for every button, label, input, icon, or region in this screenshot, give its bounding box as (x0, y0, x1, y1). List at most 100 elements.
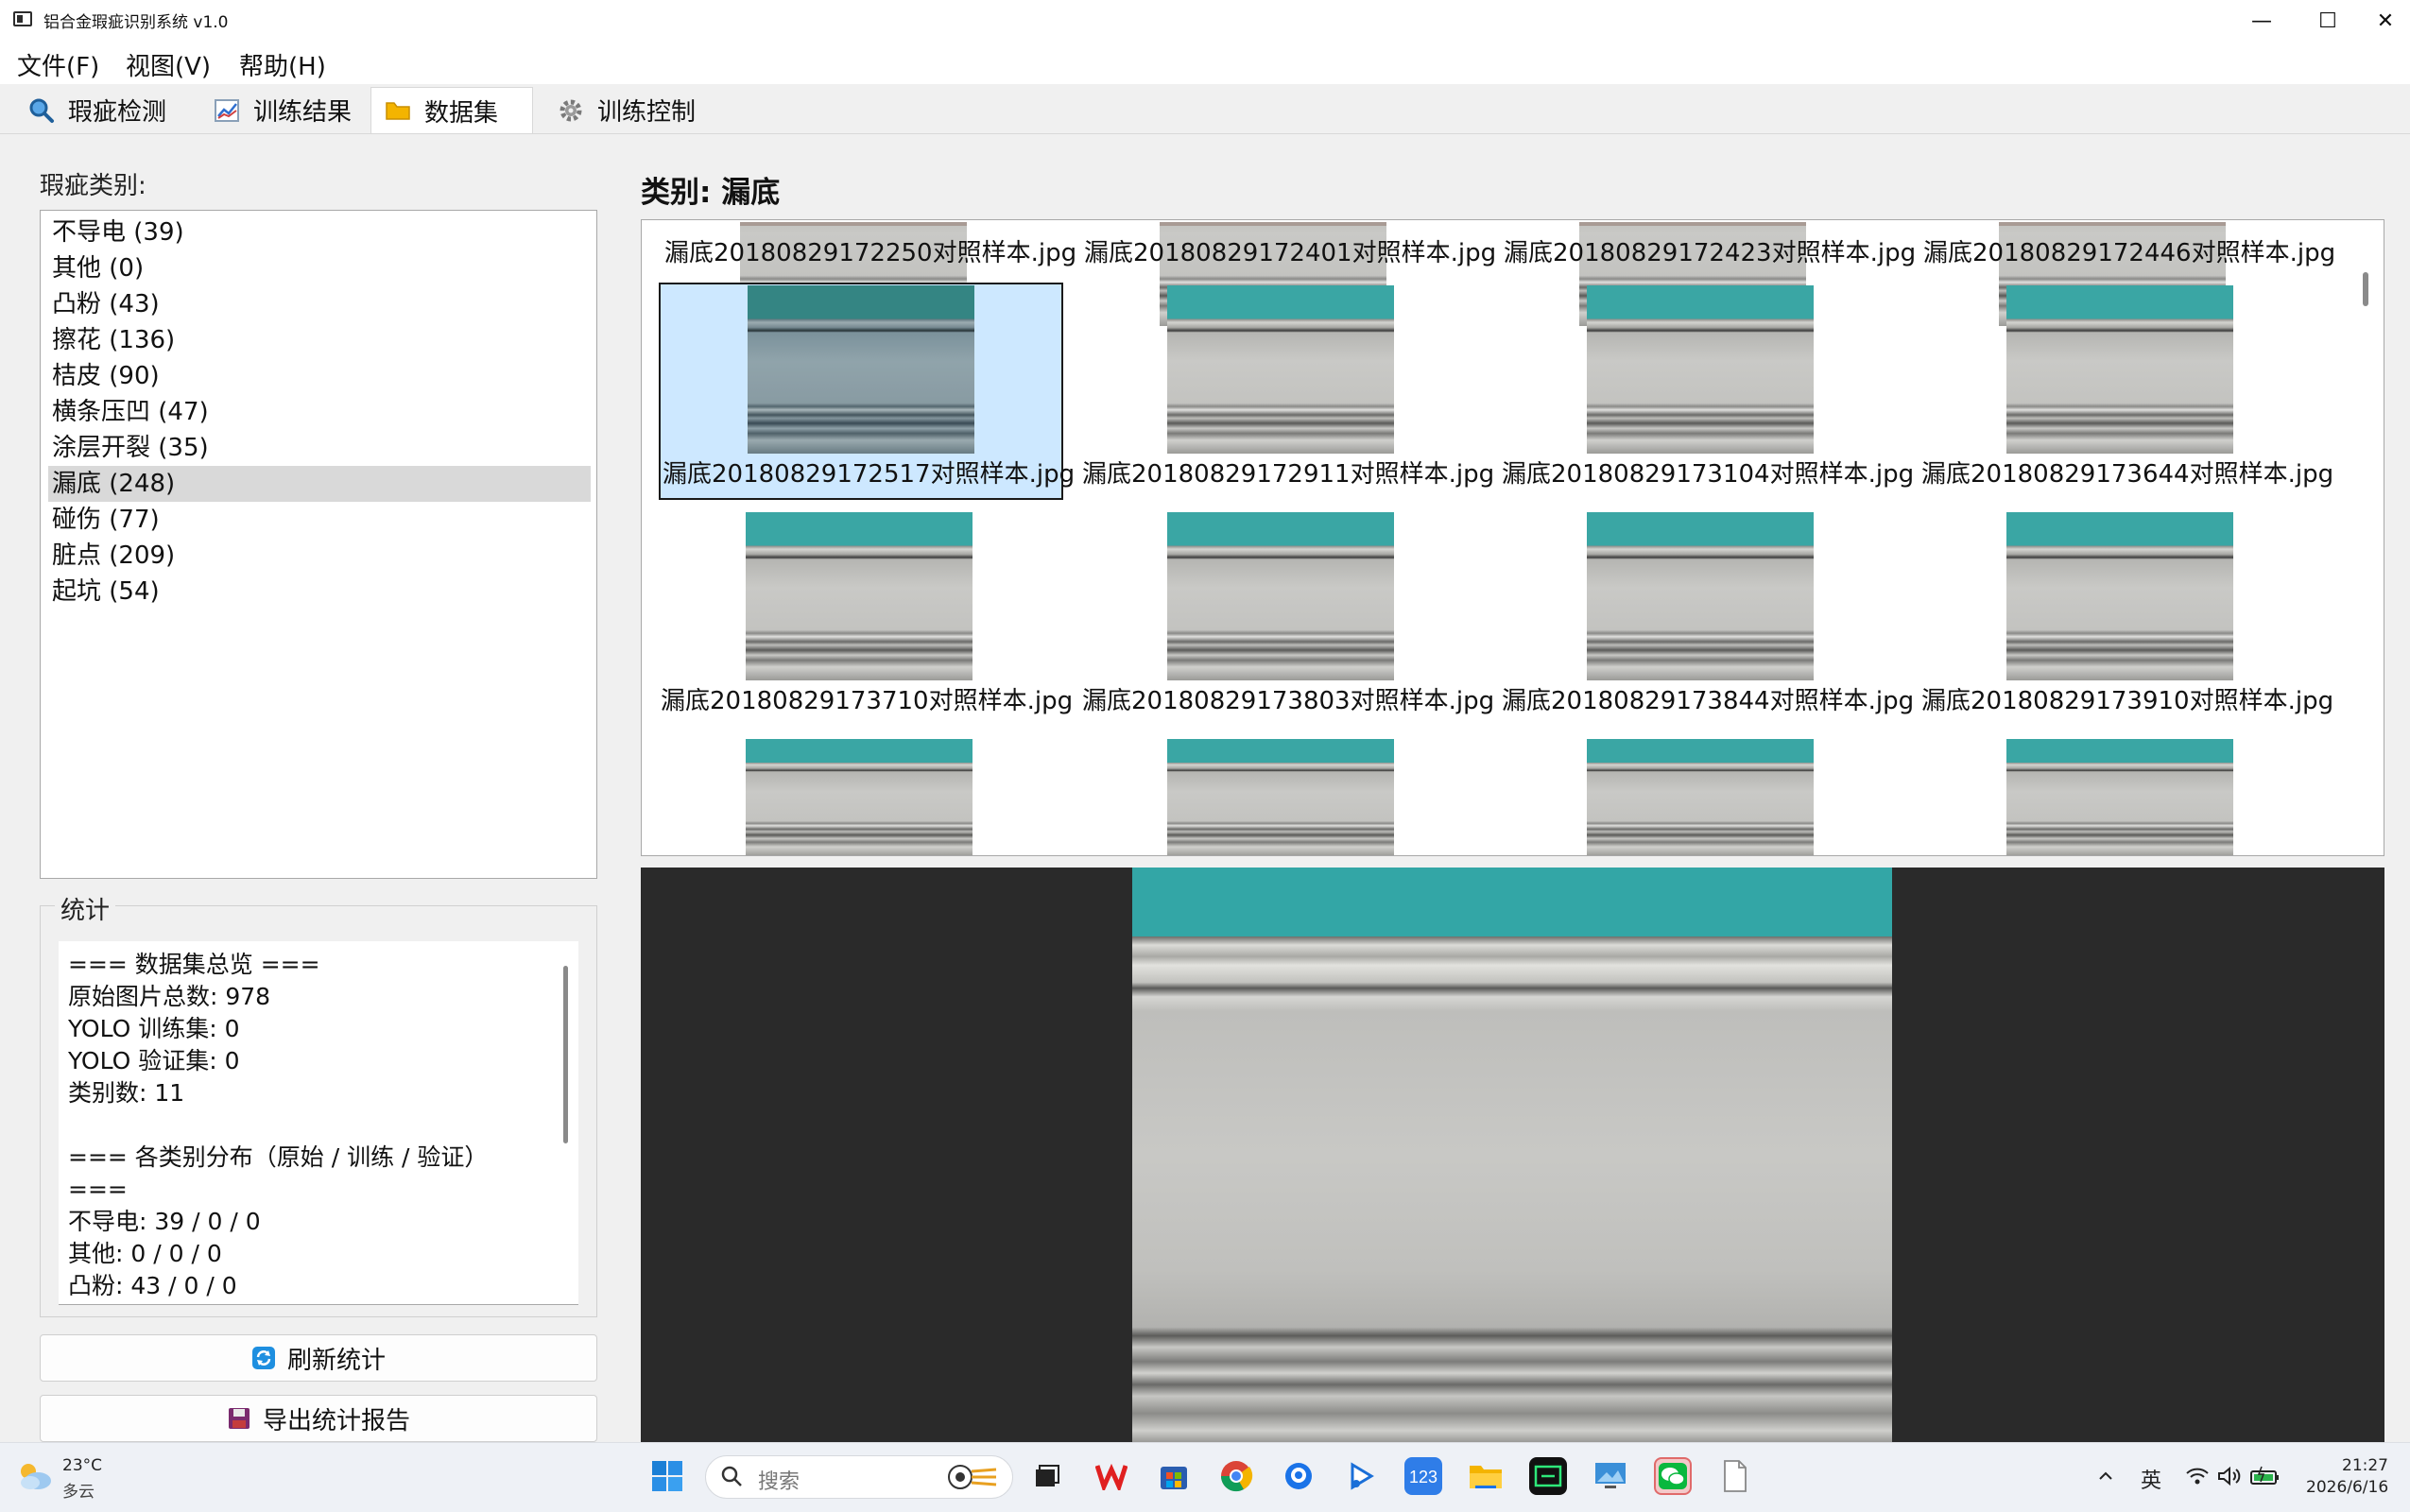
thumbnail-image (746, 512, 973, 680)
search-placeholder: 搜索 (758, 1470, 800, 1494)
app-icon (13, 11, 32, 26)
save-icon (227, 1406, 251, 1431)
wifi-icon[interactable] (2185, 1466, 2210, 1490)
category-item[interactable]: 不导电 (39) (48, 215, 591, 250)
tab-label: 训练控制 (597, 98, 697, 127)
folder-icon (385, 97, 411, 124)
stats-scrollbar[interactable] (563, 966, 568, 1143)
thumbnail-filename: 漏底20180829173910对照样本.jpg (1921, 687, 2334, 715)
start-icon[interactable] (648, 1457, 686, 1495)
menu-view[interactable]: 视图(V) (126, 47, 211, 82)
thumbnail-item[interactable]: 漏底20180829173803对照样本.jpg (1078, 509, 1494, 727)
thumbnail-image[interactable] (1587, 739, 1814, 855)
weather-condition: 多云 (62, 1483, 95, 1502)
thumbnail-image (1167, 285, 1394, 454)
input-method-indicator[interactable]: 英 (2141, 1464, 2161, 1494)
thumbnail-image (1587, 512, 1814, 680)
category-title: 类别: 漏底 (641, 176, 781, 210)
thumbnail-item[interactable]: 漏底20180829173104对照样本.jpg (1498, 283, 1914, 500)
thumbnail-item[interactable]: 漏底20180829173910对照样本.jpg (1918, 509, 2333, 727)
tab-training-results[interactable]: 训练结果 (200, 87, 367, 133)
category-label: 瑕疵类别: (40, 172, 146, 200)
menu-bar (0, 43, 2410, 84)
wps-icon[interactable] (1093, 1457, 1130, 1495)
tab-label: 训练结果 (253, 98, 353, 127)
preview-image (1132, 868, 1892, 1442)
remote-desktop-icon[interactable] (1592, 1457, 1629, 1495)
refresh-icon (251, 1346, 276, 1370)
tray-chevron-up-icon[interactable] (2096, 1467, 2115, 1490)
title-bar (0, 0, 2410, 43)
media-player-icon[interactable] (1342, 1457, 1380, 1495)
gear-icon (558, 97, 584, 124)
thumbnail-item[interactable]: 漏底20180829173644对照样本.jpg (1918, 283, 2333, 500)
thumbnail-image[interactable] (746, 739, 973, 855)
taskbar (0, 1442, 2410, 1512)
thumbnail-image (1587, 285, 1814, 454)
stats-title: 统计 (55, 891, 116, 926)
terminal-icon[interactable] (1529, 1457, 1567, 1495)
thumbnail-gallery[interactable]: 漏底20180829172250对照样本.jpg 漏底2018082917240… (641, 219, 2384, 856)
stats-line: === 各类别分布（原始 / 训练 / 验证） (68, 1143, 489, 1171)
export-report-button[interactable]: 导出统计报告 (40, 1395, 597, 1442)
minimize-button[interactable]: — (2229, 0, 2295, 43)
battery-icon[interactable] (2249, 1466, 2281, 1490)
thumbnail-image[interactable] (1167, 739, 1394, 855)
thumbnail-item[interactable]: 漏底20180829173844对照样本.jpg (1498, 509, 1914, 727)
stats-text-area[interactable]: === 数据集总览 === 原始图片总数: 978 YOLO 训练集: 0 YO… (59, 941, 578, 1305)
svg-text:123: 123 (1409, 1468, 1437, 1486)
category-item[interactable]: 脏点 (209) (48, 538, 591, 574)
stats-line: YOLO 验证集: 0 (68, 1047, 240, 1074)
thumbnail-filename: 漏底20180829173803对照样本.jpg (1082, 687, 1495, 715)
tab-defect-detection[interactable]: 瑕疵检测 (15, 87, 183, 133)
menu-help[interactable]: 帮助(H) (239, 47, 326, 82)
document-icon[interactable] (1716, 1457, 1754, 1495)
category-item[interactable]: 擦花 (136) (48, 322, 591, 358)
gallery-scrollbar[interactable] (2363, 272, 2368, 306)
wechat-icon[interactable] (1654, 1457, 1692, 1495)
refresh-stats-label: 刷新统计 (286, 1346, 386, 1375)
menu-file[interactable]: 文件(F) (17, 47, 99, 82)
store-icon[interactable] (1155, 1457, 1193, 1495)
search-highlight-icon (945, 1462, 998, 1496)
thumbnail-image (748, 285, 974, 454)
category-item-selected[interactable]: 漏底 (248) (48, 466, 591, 502)
speaker-icon[interactable] (2217, 1466, 2242, 1490)
category-item[interactable]: 横条压凹 (47) (48, 394, 591, 430)
category-item[interactable]: 碰伤 (77) (48, 502, 591, 538)
thumbnail-filename: 漏底20180829172401对照样本.jpg (1084, 239, 1497, 267)
stats-line: 原始图片总数: 978 (68, 983, 271, 1010)
category-item[interactable]: 凸粉 (43) (48, 286, 591, 322)
clock-date[interactable]: 2026/6/16 (2306, 1478, 2388, 1497)
refresh-stats-button[interactable]: 刷新统计 (40, 1334, 597, 1382)
close-button[interactable]: ✕ (2361, 0, 2410, 43)
chart-icon (214, 97, 240, 124)
category-list[interactable]: 不导电 (39) 其他 (0) 凸粉 (43) 擦花 (136) 桔皮 (90)… (40, 210, 597, 879)
category-item[interactable]: 桔皮 (90) (48, 358, 591, 394)
stats-line: 类别数: 11 (68, 1079, 185, 1107)
thumbnail-image[interactable] (2006, 739, 2233, 855)
thumbnail-item[interactable]: 漏底20180829173710对照样本.jpg (659, 509, 1073, 727)
tab-dataset[interactable]: 数据集 (370, 87, 533, 133)
thumbnail-filename: 漏底20180829173104对照样本.jpg (1502, 460, 1915, 489)
clock-time[interactable]: 21:27 (2342, 1456, 2388, 1475)
export-report-label: 导出统计报告 (262, 1406, 410, 1435)
weather-icon[interactable] (15, 1460, 53, 1496)
chrome-icon[interactable] (1217, 1457, 1255, 1495)
tab-training-control[interactable]: 训练控制 (544, 87, 713, 133)
stats-line: === 数据集总览 === (68, 951, 320, 978)
category-item[interactable]: 起坑 (54) (48, 574, 591, 610)
category-item[interactable]: 涂层开裂 (35) (48, 430, 591, 466)
file-explorer-icon[interactable] (1467, 1457, 1505, 1495)
thumbnail-filename: 漏底20180829172446对照样本.jpg (1923, 239, 2336, 267)
chat-icon[interactable] (1280, 1457, 1317, 1495)
category-item[interactable]: 其他 (0) (48, 250, 591, 286)
task-view-icon[interactable] (1028, 1457, 1066, 1495)
thumbnail-filename: 漏底20180829172517对照样本.jpg (663, 460, 1076, 489)
thumbnail-item[interactable]: 漏底20180829172911对照样本.jpg (1078, 283, 1494, 500)
numbers-app-icon[interactable]: 123 (1404, 1457, 1442, 1495)
maximize-button[interactable]: ☐ (2295, 0, 2361, 43)
thumbnail-filename: 漏底20180829173710对照样本.jpg (661, 687, 1074, 715)
thumbnail-item-selected[interactable]: 漏底20180829172517对照样本.jpg (659, 283, 1075, 500)
thumbnail-image (2006, 512, 2233, 680)
